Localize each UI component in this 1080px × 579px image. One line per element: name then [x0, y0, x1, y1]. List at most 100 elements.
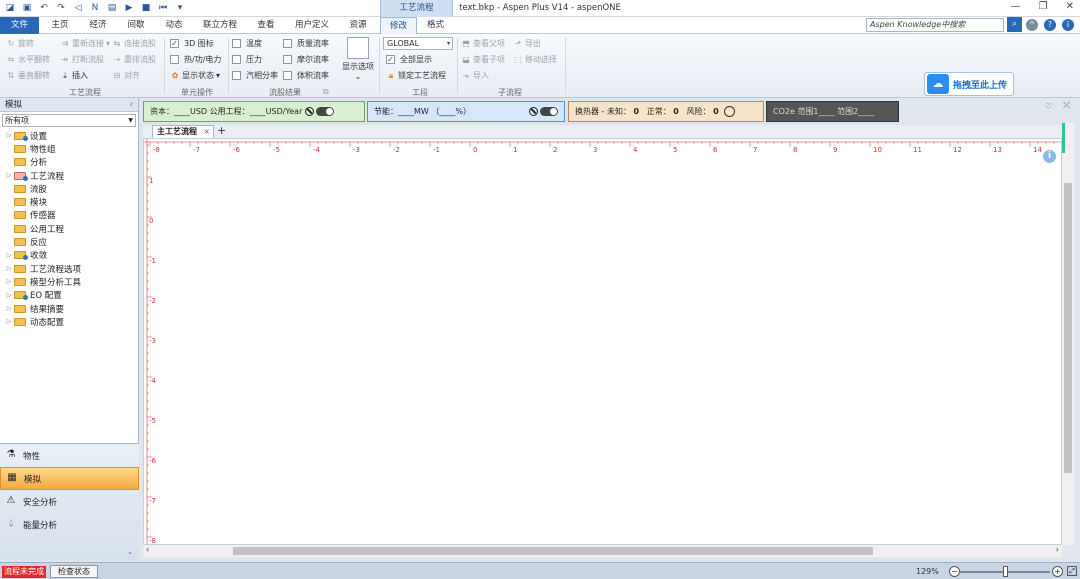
tree-item-streams[interactable]: 流股	[4, 182, 138, 195]
tree-item-property-sets[interactable]: 物性组	[4, 142, 138, 155]
mass-flow-checkbox[interactable]: 质量流率	[283, 38, 329, 49]
align-button[interactable]: ⊟ 对齐	[112, 70, 140, 81]
tab-dynamics[interactable]: 动态	[158, 17, 190, 34]
info-icon[interactable]: i	[1062, 19, 1074, 31]
expand-icon[interactable]: ▷	[4, 292, 14, 299]
expand-icon[interactable]: ▷	[4, 265, 14, 272]
scroll-thumb[interactable]	[1064, 183, 1072, 473]
reroute-stream-button[interactable]: ⇢ 重排流股	[112, 54, 156, 65]
stream-results-launcher-icon[interactable]: ⧉	[323, 87, 329, 97]
tab-customize[interactable]: 用户定义	[290, 17, 334, 34]
import-button[interactable]: ⬎ 导入	[461, 70, 489, 81]
zoom-in-icon[interactable]: +	[1052, 566, 1063, 577]
flip-vertical-button[interactable]: ⇅ 垂直翻转	[6, 70, 50, 81]
heat-exchanger-kpi[interactable]: 换热器 - 未知： 0 正常： 0 风险： 0	[568, 101, 764, 122]
search-icon[interactable]: ⌕	[1007, 17, 1022, 32]
display-status-button[interactable]: ✿ 显示状态 ▾	[170, 70, 220, 81]
display-options-button[interactable]: 显示选项 ⌄	[340, 37, 376, 83]
collapse-pane-icon[interactable]: ‹	[130, 98, 133, 112]
temperature-checkbox[interactable]: 温度	[232, 38, 262, 49]
zoom-out-icon[interactable]: −	[949, 566, 960, 577]
flowsheet-canvas[interactable]: -8 -7 -6 -5 -4 -3 -2 -1 0 1 2 3 4 5 6 7 8 9 10 11 12 13 14 1 0 -1…	[143, 138, 1062, 545]
nav-button-safety-analysis[interactable]: ⚠ 安全分析	[0, 490, 139, 513]
join-stream-button[interactable]: ⇆ 连接流股	[112, 38, 156, 49]
horizontal-scrollbar[interactable]: ‹ ›	[143, 545, 1062, 557]
kpi-dropdown-icon[interactable]: ♡	[1045, 102, 1052, 111]
expand-icon[interactable]: ▷	[4, 305, 14, 312]
vapor-fraction-checkbox[interactable]: 汽相分率	[232, 70, 278, 81]
tree-item-analysis[interactable]: 分析	[4, 156, 138, 169]
check-status-button[interactable]: 检查状态	[50, 565, 98, 578]
heat-exchanger-gauge-icon[interactable]	[724, 106, 736, 117]
nav-button-energy-analysis[interactable]: 💧︎ 能量分析	[0, 513, 139, 536]
energy-toggle[interactable]	[540, 107, 558, 116]
reset-icon[interactable]: ⏮	[157, 2, 169, 14]
tree-item-flowsheet[interactable]: ▷ 工艺流程	[4, 169, 138, 182]
reconnect-button[interactable]: ⇉ 重新连接 ▾	[60, 38, 110, 49]
tree-item-model-analysis-tools[interactable]: ▷ 模型分析工具	[4, 275, 138, 288]
save-icon[interactable]: ▣	[21, 2, 33, 14]
tab-format[interactable]: 格式	[418, 17, 453, 34]
kpi-close-icon[interactable]: ⤫	[1063, 101, 1070, 111]
mole-flow-checkbox[interactable]: 摩尔流率	[283, 54, 329, 65]
nav-filter-select[interactable]: 所有项 ▼	[2, 114, 136, 127]
scroll-right-icon[interactable]: ›	[1056, 545, 1059, 554]
view-parent-button[interactable]: ⬒ 查看父项	[461, 38, 505, 49]
expand-icon[interactable]: ▷	[4, 278, 14, 285]
collapse-ribbon-icon[interactable]: ^	[1026, 19, 1038, 31]
tree-item-utilities[interactable]: 公用工程	[4, 222, 138, 235]
rotate-button[interactable]: ↻ 旋转	[6, 38, 34, 49]
lock-flowsheet-button[interactable]: 🔒︎ 锁定工艺流程	[386, 70, 446, 81]
tree-item-flowsheet-options[interactable]: ▷ 工艺流程选项	[4, 262, 138, 275]
export-button[interactable]: ⬏ 导出	[513, 38, 541, 49]
view-child-button[interactable]: ⬓ 查看子项	[461, 54, 505, 65]
next-icon[interactable]: N	[89, 2, 101, 14]
economics-kpi[interactable]: 资本：____USD 公用工程：____USD/Year	[143, 101, 365, 122]
control-panel-icon[interactable]: ▤	[106, 2, 118, 14]
reconcile-icon[interactable]: ◁	[72, 2, 84, 14]
section-select[interactable]: GLOBAL ▾	[383, 37, 453, 50]
economics-toggle[interactable]	[315, 107, 334, 116]
tree-item-results-summary[interactable]: ▷ 结果摘要	[4, 302, 138, 315]
zoom-fit-icon[interactable]: ⤢	[1067, 566, 1077, 576]
tab-modify[interactable]: 修改	[380, 17, 417, 34]
show-all-checkbox[interactable]: ✓ 全部显示	[386, 54, 432, 65]
redo-icon[interactable]: ↷	[55, 2, 67, 14]
add-tab-icon[interactable]: +	[217, 124, 226, 137]
undo-icon[interactable]: ↶	[38, 2, 50, 14]
volume-flow-checkbox[interactable]: 体积流率	[283, 70, 329, 81]
expand-icon[interactable]: ▷	[4, 172, 14, 179]
tab-view[interactable]: 查看	[250, 17, 282, 34]
knowledge-search-input[interactable]: Aspen Knowledge中搜索	[866, 18, 1004, 32]
tree-item-reactions[interactable]: 反应	[4, 235, 138, 248]
nav-button-properties[interactable]: ⚗ 物性	[0, 444, 139, 467]
expand-icon[interactable]: ▷	[4, 252, 14, 259]
app-icon[interactable]: ◪	[4, 2, 16, 14]
stop-icon[interactable]: ■	[140, 2, 152, 14]
tree-item-convergence[interactable]: ▷ 收敛	[4, 249, 138, 262]
flip-horizontal-button[interactable]: ⇋ 水平翻转	[6, 54, 50, 65]
close-icon[interactable]: ✕	[1066, 1, 1074, 12]
tab-main-flowsheet[interactable]: 主工艺流程 ×	[152, 125, 214, 138]
tab-equation-oriented[interactable]: 联立方程	[198, 17, 242, 34]
break-stream-button[interactable]: ⇸ 打断流股	[60, 54, 104, 65]
nav-button-simulation[interactable]: ▦ 模拟	[0, 467, 139, 490]
expand-icon[interactable]: ▷	[4, 318, 14, 325]
restore-icon[interactable]: ❐	[1039, 1, 1048, 12]
nav-more-icon[interactable]: ⌄	[127, 548, 133, 556]
vertical-scrollbar[interactable]	[1062, 123, 1074, 545]
tab-file[interactable]: 文件	[0, 17, 39, 34]
tab-home[interactable]: 主页	[44, 17, 76, 34]
canvas-info-icon[interactable]: i	[1043, 150, 1056, 163]
move-selection-button[interactable]: ⬚ 移动选择	[513, 54, 557, 65]
pressure-checkbox[interactable]: 压力	[232, 54, 262, 65]
tree-item-sensors[interactable]: 传感器	[4, 209, 138, 222]
insert-button[interactable]: ⤓ 插入	[60, 70, 88, 81]
close-tab-icon[interactable]: ×	[203, 126, 210, 138]
tab-resources[interactable]: 资源	[342, 17, 374, 34]
heat-work-power-checkbox[interactable]: 热/功/电力	[170, 54, 221, 65]
energy-kpi[interactable]: 节能：____MW （____%）	[367, 101, 565, 122]
zoom-slider-handle[interactable]	[1003, 566, 1008, 577]
tree-item-blocks[interactable]: 模块	[4, 195, 138, 208]
tab-batch[interactable]: 间歇	[120, 17, 152, 34]
